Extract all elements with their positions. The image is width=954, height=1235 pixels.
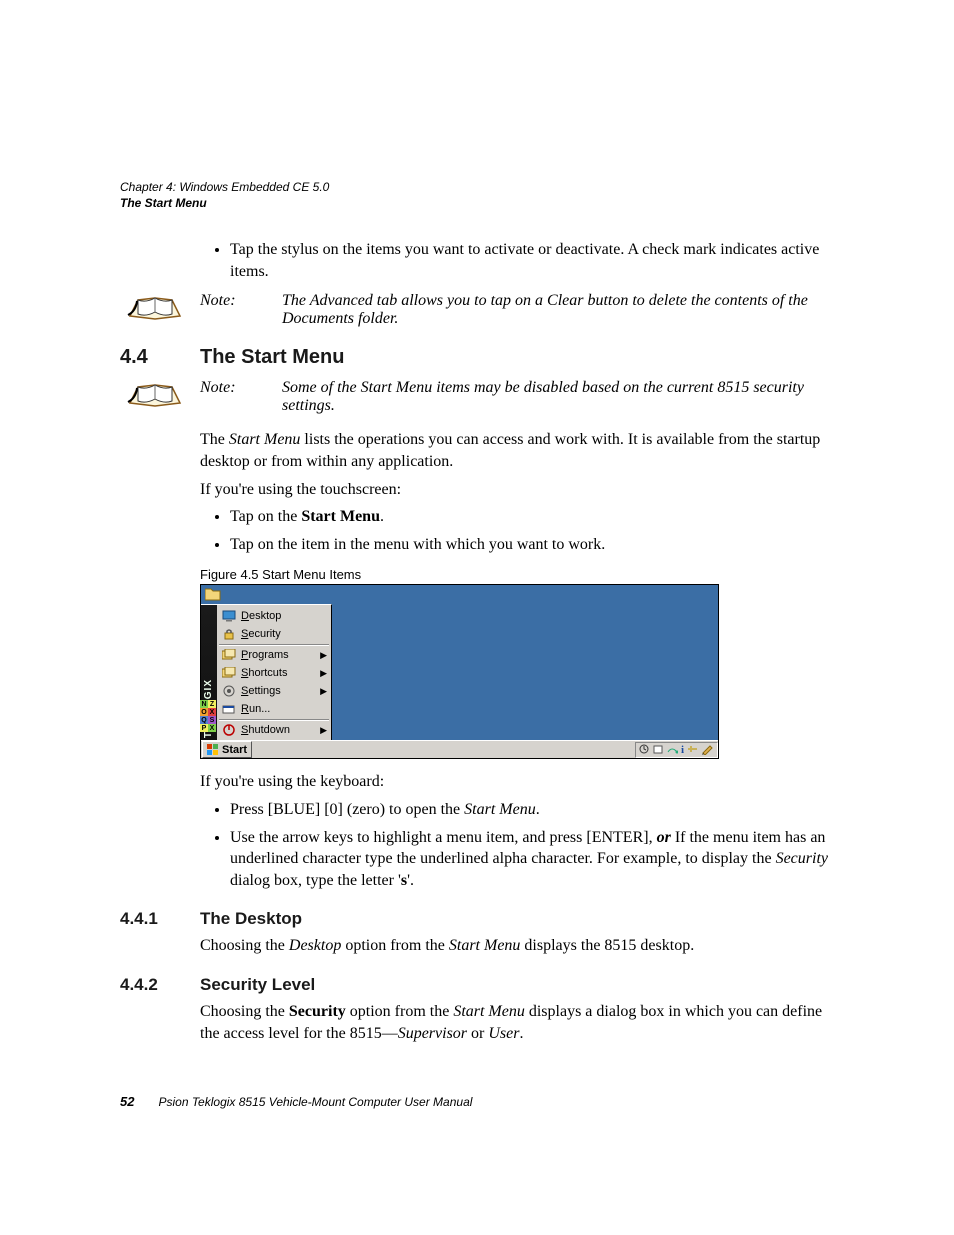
note-text: Some of the Start Menu items may be disa… bbox=[282, 379, 834, 415]
footer-text: Psion Teklogix 8515 Vehicle-Mount Comput… bbox=[158, 1095, 472, 1109]
shutdown-icon bbox=[221, 723, 237, 737]
running-header: Chapter 4: Windows Embedded CE 5.0 The S… bbox=[120, 180, 834, 211]
menu-item-desktop[interactable]: Desktop bbox=[217, 607, 331, 625]
submenu-arrow-icon: ▶ bbox=[320, 725, 327, 736]
note-label: Note: bbox=[200, 379, 282, 415]
note-block: Note: Some of the Start Menu items may b… bbox=[120, 379, 834, 415]
tray-icon[interactable] bbox=[701, 744, 714, 755]
figure-caption: Figure 4.5 Start Menu Items bbox=[200, 567, 834, 582]
heading-num: 4.4 bbox=[120, 346, 200, 369]
submenu-arrow-icon: ▶ bbox=[320, 650, 327, 661]
list-item: Press [BLUE] [0] (zero) to open the Star… bbox=[230, 799, 834, 821]
paragraph: The Start Menu lists the operations you … bbox=[200, 429, 834, 472]
menu-item-shutdown[interactable]: Shutdown ▶ bbox=[217, 721, 331, 739]
list-item: Use the arrow keys to highlight a menu i… bbox=[230, 827, 834, 892]
note-block: Note: The Advanced tab allows you to tap… bbox=[120, 292, 834, 328]
tray-icon[interactable]: i bbox=[681, 744, 684, 756]
folder-icon bbox=[205, 588, 221, 601]
paragraph: Choosing the Security option from the St… bbox=[200, 1001, 834, 1044]
page-number: 52 bbox=[120, 1094, 134, 1109]
tray-icon[interactable] bbox=[667, 744, 678, 755]
list-item: Tap on the Start Menu. bbox=[230, 506, 834, 528]
book-icon bbox=[120, 292, 190, 322]
heading-title: Security Level bbox=[200, 975, 315, 995]
menu-item-security[interactable]: Security bbox=[217, 625, 331, 643]
page-footer: 52 Psion Teklogix 8515 Vehicle-Mount Com… bbox=[120, 1094, 834, 1109]
system-tray: i bbox=[635, 742, 718, 758]
start-label: Start bbox=[222, 744, 247, 756]
chapter-line: Chapter 4: Windows Embedded CE 5.0 bbox=[120, 180, 834, 196]
start-menu: TEKLOGIX Desktop Security bbox=[201, 604, 332, 741]
heading-title: The Desktop bbox=[200, 909, 302, 929]
taskbar: Start i bbox=[201, 740, 718, 758]
start-button[interactable]: Start bbox=[202, 741, 252, 758]
tray-icon[interactable] bbox=[687, 744, 698, 755]
run-icon bbox=[221, 702, 237, 716]
programs-icon bbox=[221, 648, 237, 662]
paragraph: If you're using the touchscreen: bbox=[200, 479, 834, 501]
heading-num: 4.4.1 bbox=[120, 909, 200, 929]
section-line: The Start Menu bbox=[120, 196, 834, 212]
sidebar-decoration: NZ OX QS PX bbox=[200, 700, 216, 732]
note-text: The Advanced tab allows you to tap on a … bbox=[282, 292, 834, 328]
desktop-icon bbox=[221, 609, 237, 623]
menu-item-programs[interactable]: Programs ▶ bbox=[217, 646, 331, 664]
submenu-arrow-icon: ▶ bbox=[320, 686, 327, 697]
heading-4-4: 4.4 The Start Menu bbox=[120, 346, 834, 369]
list-item: Tap on the item in the menu with which y… bbox=[230, 534, 834, 556]
menu-item-run[interactable]: Run... bbox=[217, 700, 331, 718]
windows-flag-icon bbox=[207, 744, 219, 755]
note-label: Note: bbox=[200, 292, 282, 328]
tray-icon[interactable] bbox=[639, 744, 650, 755]
menu-item-shortcuts[interactable]: Shortcuts ▶ bbox=[217, 664, 331, 682]
figure-screenshot: TEKLOGIX Desktop Security bbox=[200, 584, 719, 759]
heading-title: The Start Menu bbox=[200, 346, 344, 369]
heading-4-4-2: 4.4.2 Security Level bbox=[120, 975, 834, 995]
settings-icon bbox=[221, 684, 237, 698]
intro-bullet: Tap the stylus on the items you want to … bbox=[230, 239, 834, 282]
paragraph: Choosing the Desktop option from the Sta… bbox=[200, 935, 834, 957]
heading-4-4-1: 4.4.1 The Desktop bbox=[120, 909, 834, 929]
menu-item-settings[interactable]: Settings ▶ bbox=[217, 682, 331, 700]
paragraph: If you're using the keyboard: bbox=[200, 771, 834, 793]
shortcuts-icon bbox=[221, 666, 237, 680]
lock-icon bbox=[221, 627, 237, 641]
heading-num: 4.4.2 bbox=[120, 975, 200, 995]
tray-icon[interactable] bbox=[653, 744, 664, 755]
submenu-arrow-icon: ▶ bbox=[320, 668, 327, 679]
book-icon bbox=[120, 379, 190, 409]
